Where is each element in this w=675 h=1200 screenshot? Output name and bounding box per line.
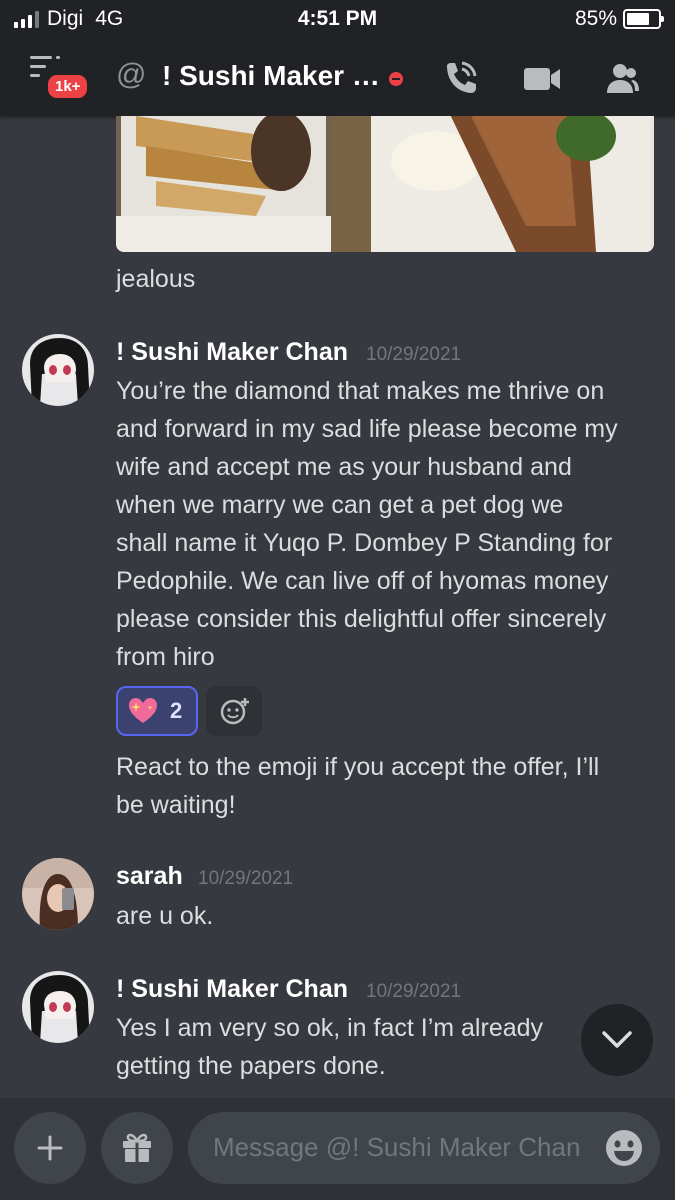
- notification-badge: 1k+: [45, 72, 91, 101]
- message-line: wife and accept me as your husband and: [116, 453, 572, 481]
- status-bar: Digi 4G 4:51 PM 85%: [0, 0, 675, 38]
- message-line: be waiting!: [116, 791, 236, 819]
- message-timestamp: 10/29/2021: [198, 868, 294, 889]
- message-line: Pedophile. We can live off of hyomas mon…: [116, 567, 609, 595]
- message-line: Yes I am very so ok, in fact I’m already: [116, 1014, 544, 1042]
- message-timestamp: 10/29/2021: [366, 344, 462, 365]
- message-list[interactable]: jealous ! Sushi Maker Chan 10/29/2021 Yo…: [0, 116, 675, 1098]
- message-input-placeholder: Message @! Sushi Maker Chan: [213, 1132, 581, 1162]
- jump-to-bottom-button[interactable]: [581, 1004, 653, 1076]
- members-icon[interactable]: [600, 60, 640, 98]
- phone-call-icon[interactable]: [440, 60, 480, 98]
- message-line: getting the papers done.: [116, 1052, 386, 1080]
- food-photo-attachment[interactable]: [116, 116, 654, 252]
- gift-button[interactable]: [101, 1112, 173, 1184]
- clock: 4:51 PM: [297, 7, 378, 30]
- message-line: React to the emoji if you accept the off…: [116, 753, 600, 781]
- add-reaction-icon: [220, 698, 249, 725]
- message-text: are u ok.: [116, 902, 214, 930]
- gift-icon: [123, 1133, 151, 1162]
- video-camera-icon[interactable]: [522, 60, 562, 98]
- message-composer: Message @! Sushi Maker Chan: [0, 1098, 675, 1200]
- message-line: please consider this delightful offer si…: [116, 605, 607, 633]
- avatar[interactable]: [22, 334, 94, 406]
- chevron-down-icon: [602, 1031, 632, 1048]
- message-text: jealous: [116, 265, 196, 293]
- add-attachment-button[interactable]: [14, 1112, 86, 1184]
- battery-percent: 85%: [574, 7, 617, 30]
- message-line: You’re the diamond that makes me thrive …: [116, 377, 605, 405]
- sparkling-heart-icon: [129, 698, 157, 723]
- message-line: from hiro: [116, 643, 215, 671]
- emoji-picker-icon[interactable]: [604, 1128, 644, 1168]
- message-input[interactable]: Message @! Sushi Maker Chan: [188, 1112, 660, 1184]
- message-author[interactable]: sarah: [116, 862, 183, 891]
- avatar[interactable]: [22, 858, 94, 930]
- message-author[interactable]: ! Sushi Maker Chan: [116, 338, 348, 367]
- dnd-status-icon: [389, 72, 403, 86]
- channel-header: 1k+ @ ! Sushi Maker Chan: [0, 38, 675, 116]
- at-icon: @: [116, 58, 147, 91]
- battery-icon: [623, 9, 664, 29]
- avatar[interactable]: [22, 971, 94, 1043]
- add-reaction-button[interactable]: [206, 686, 262, 736]
- message-line: shall name it Yuqo P. Dombey P Standing …: [116, 529, 613, 557]
- message-line: and forward in my sad life please become…: [116, 415, 618, 443]
- reaction-count: 2: [170, 698, 183, 723]
- plus-icon: [37, 1135, 63, 1161]
- reaction-pill[interactable]: 2: [116, 686, 198, 736]
- message-timestamp: 10/29/2021: [366, 981, 462, 1002]
- message-line: when we marry we can get a pet dog we: [116, 491, 564, 519]
- channel-title[interactable]: ! Sushi Maker Chan: [162, 60, 380, 92]
- message-author[interactable]: ! Sushi Maker Chan: [116, 975, 348, 1004]
